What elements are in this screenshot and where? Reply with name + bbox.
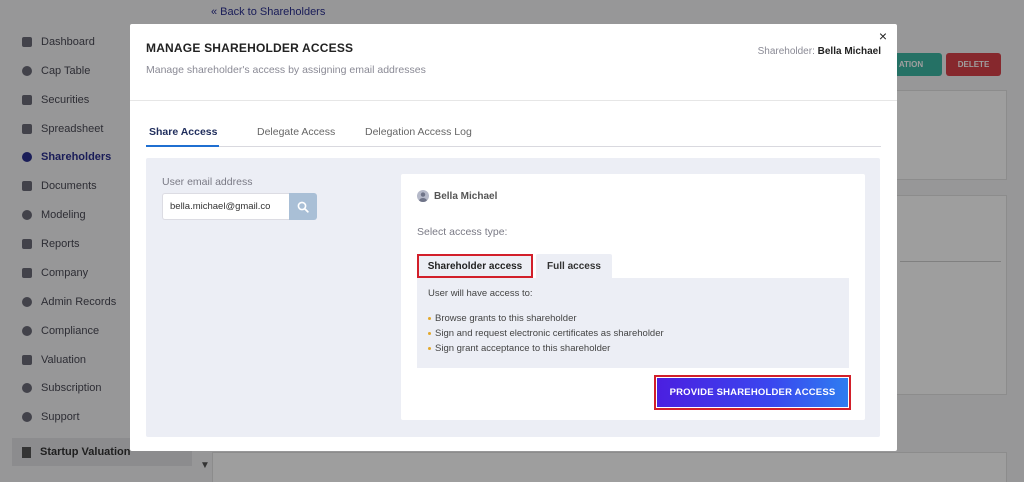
shareholder-reference: Shareholder: Bella Michael [758,46,881,57]
access-card: Bella Michael Select access type: Shareh… [401,174,865,420]
select-access-type-label: Select access type: [417,226,508,238]
access-description: User will have access to: Browse grants … [417,278,849,368]
provide-access-highlight: PROVIDE SHAREHOLDER ACCESS [654,375,851,410]
share-access-panel: User email address Bella Michael Select … [146,158,880,437]
bullet-icon [428,332,431,335]
search-button[interactable] [289,193,317,220]
tab-delegation-access-log[interactable]: Delegation Access Log [365,126,472,138]
bullet-icon [428,347,431,350]
manage-shareholder-access-modal: MANAGE SHAREHOLDER ACCESS Manage shareho… [130,24,897,451]
modal-title: MANAGE SHAREHOLDER ACCESS [146,41,354,55]
modal-subtitle: Manage shareholder's access by assigning… [146,64,426,76]
email-input[interactable] [162,193,289,220]
list-item: Sign grant acceptance to this shareholde… [428,343,610,354]
access-tabs: Share Access Delegate Access Delegation … [146,123,881,147]
shareholder-name: Bella Michael [817,46,881,57]
tab-delegate-access[interactable]: Delegate Access [257,126,335,138]
close-icon[interactable]: × [879,29,887,43]
list-item-text: Sign grant acceptance to this shareholde… [435,343,611,354]
avatar [417,190,429,202]
list-item: Browse grants to this shareholder [428,313,577,324]
list-item-text: Browse grants to this shareholder [435,313,577,324]
tab-share-access[interactable]: Share Access [149,126,218,138]
active-tab-indicator [146,145,219,147]
search-icon [297,201,309,213]
full-access-tab[interactable]: Full access [536,254,612,278]
shareholder-label: Shareholder: [757,46,815,57]
user-icon [419,192,427,202]
list-item-text: Sign and request electronic certificates… [435,328,664,339]
bullet-icon [428,317,431,320]
modal-header: MANAGE SHAREHOLDER ACCESS Manage shareho… [130,24,897,101]
email-label: User email address [162,176,253,188]
user-name: Bella Michael [434,190,498,202]
user-row: Bella Michael [417,190,497,202]
shareholder-access-tab[interactable]: Shareholder access [417,254,533,278]
list-item: Sign and request electronic certificates… [428,328,664,339]
provide-shareholder-access-button[interactable]: PROVIDE SHAREHOLDER ACCESS [657,378,848,407]
access-intro: User will have access to: [428,288,533,299]
